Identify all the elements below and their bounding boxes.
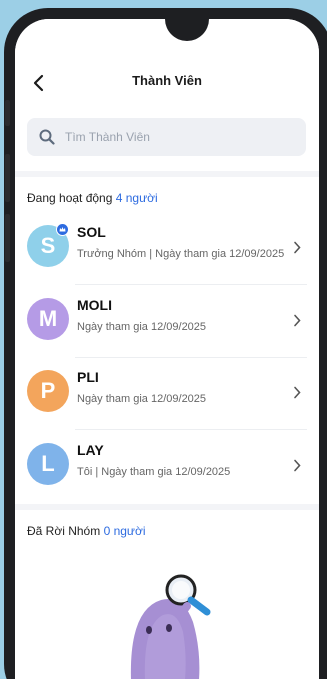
left-section-header: Đã Rời Nhóm 0 người	[27, 524, 146, 538]
active-count: 4 người	[115, 191, 158, 205]
member-row[interactable]: M MOLI Ngày tham gia 12/09/2025	[15, 286, 319, 358]
page-title: Thành Viên	[132, 73, 202, 88]
member-name: PLI	[77, 369, 99, 385]
member-name: SOL	[77, 224, 106, 240]
avatar-initial: S	[40, 233, 56, 258]
member-subtitle: Ngày tham gia 12/09/2025	[77, 321, 207, 333]
member-name: LAY	[77, 442, 104, 458]
active-members-card: Đang hoạt động 4 người S SOL Trưởng Nhóm…	[15, 177, 319, 504]
active-section-label: Đang hoạt động	[27, 191, 113, 205]
avatar-initial: M	[38, 306, 58, 331]
left-members-card: Đã Rời Nhóm 0 người	[15, 510, 319, 679]
divider	[75, 429, 307, 430]
side-button	[5, 214, 10, 262]
header: Thành Viên	[15, 19, 319, 171]
member-row[interactable]: L LAY Tôi | Ngày tham gia 12/09/2025	[15, 431, 319, 503]
divider	[75, 284, 307, 285]
chevron-right-icon	[294, 386, 301, 399]
member-row[interactable]: P PLI Ngày tham gia 12/09/2025	[15, 358, 319, 430]
volume-down-button	[5, 154, 10, 202]
chevron-right-icon	[294, 314, 301, 327]
avatar-initial: L	[41, 451, 55, 476]
leader-badge-icon	[56, 223, 69, 236]
screen: Thành Viên Đang hoạt động 4 người S SOL …	[15, 19, 319, 679]
search-icon	[39, 129, 55, 145]
chevron-right-icon	[294, 241, 301, 254]
avatar: M	[27, 298, 69, 340]
member-row[interactable]: S SOL Trưởng Nhóm | Ngày tham gia 12/09/…	[15, 213, 319, 285]
empty-state-mascot-illustration	[130, 574, 211, 679]
avatar: P	[27, 370, 69, 412]
avatar-initial: P	[40, 378, 56, 403]
member-name: MOLI	[77, 297, 112, 313]
left-section-label: Đã Rời Nhóm	[27, 524, 101, 538]
member-subtitle: Tôi | Ngày tham gia 12/09/2025	[77, 466, 231, 478]
member-subtitle: Ngày tham gia 12/09/2025	[77, 393, 207, 405]
left-count: 0 người	[103, 524, 146, 538]
volume-up-button	[5, 100, 10, 126]
search-input[interactable]	[65, 130, 265, 144]
member-subtitle: Trưởng Nhóm | Ngày tham gia 12/09/2025	[77, 248, 285, 260]
active-section-header: Đang hoạt động 4 người	[27, 191, 158, 205]
avatar: L	[27, 443, 69, 485]
chevron-right-icon	[294, 459, 301, 472]
search-bar[interactable]	[27, 118, 306, 156]
